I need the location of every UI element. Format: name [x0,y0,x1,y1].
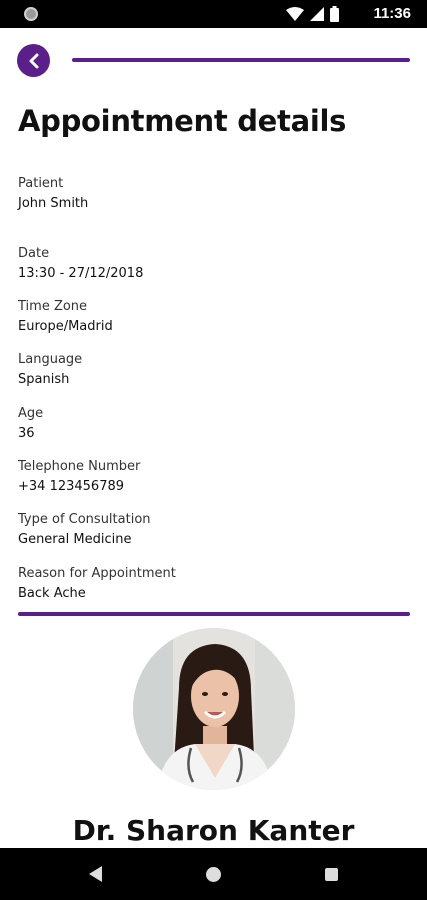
reason-label: Reason for Appointment [18,566,176,581]
language-value: Spanish [18,372,70,387]
back-button[interactable] [17,44,50,77]
age-label: Age [18,406,44,421]
section-divider [18,612,410,616]
chevron-left-icon [29,53,38,68]
page-title: Appointment details [18,104,347,138]
doctor-photo [133,628,295,790]
status-bar: 11:36 [0,0,427,28]
telephone-value: +34 123456789 [18,479,125,494]
nav-home-icon[interactable] [206,867,221,882]
telephone-label: Telephone Number [18,459,141,474]
reason-value: Back Ache [18,586,86,601]
nav-recents-icon[interactable] [325,868,338,881]
doctor-name: Dr. Sharon Kanter [72,814,355,847]
patient-value: John Smith [18,196,89,211]
nav-back-icon[interactable] [89,866,102,882]
consultation-type-value: General Medicine [18,532,132,547]
navigation-bar [0,848,427,900]
date-label: Date [18,246,50,261]
time-zone-value: Europe/Madrid [18,319,113,334]
wifi-icon [286,7,304,21]
signal-icon [310,7,324,21]
battery-icon [330,6,339,22]
time-zone-label: Time Zone [18,299,88,314]
doctor-avatar [133,628,295,790]
patient-label: Patient [18,176,64,191]
consultation-type-label: Type of Consultation [18,512,151,527]
age-value: 36 [18,426,35,441]
language-label: Language [18,352,83,367]
notification-dot-icon [24,7,38,21]
progress-line [72,58,410,62]
status-time: 11:36 [373,5,411,22]
date-value: 13:30 - 27/12/2018 [18,266,144,281]
status-icons [286,6,339,22]
